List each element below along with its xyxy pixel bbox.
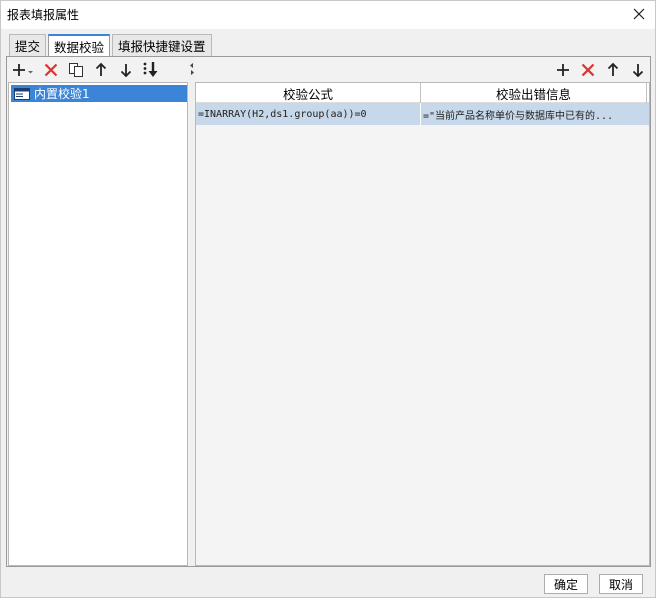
delete-x-icon [44,63,57,77]
table-row[interactable]: =INARRAY(H2,ds1.group(aa))=0 ="当前产品名称单价与… [196,103,649,125]
validation-list-pane: 内置校验1 [8,58,188,566]
validation-list: 内置校验1 [8,82,188,566]
arrow-down-icon [120,64,131,78]
tab-submit[interactable]: 提交 [9,34,47,56]
row-up-button[interactable] [600,59,625,81]
delete-row-button[interactable] [575,59,600,81]
tab-content-panel: 内置校验1 校验公式 校验出错信息 =INARRAY(H2,ds1.group(… [6,56,651,567]
row-down-button[interactable] [625,59,650,81]
validation-detail-pane: 校验公式 校验出错信息 =INARRAY(H2,ds1.group(aa))=0… [195,58,650,566]
column-header-error-message[interactable]: 校验出错信息 [421,83,647,103]
arrow-up-icon [95,62,106,76]
tab-strip: 提交 数据校验 填报快捷键设置 [9,34,214,57]
ok-button[interactable]: 确定 [544,574,588,594]
left-toolbar [8,58,188,82]
column-header-formula[interactable]: 校验公式 [196,83,421,103]
move-bottom-button[interactable] [138,59,163,81]
move-to-bottom-icon [143,62,157,77]
validation-grid: 校验公式 校验出错信息 =INARRAY(H2,ds1.group(aa))=0… [195,82,650,566]
window-title: 报表填报属性 [7,8,80,22]
close-button[interactable] [627,3,651,25]
plus-dropdown-icon [13,64,33,76]
move-up-button[interactable] [88,59,113,81]
list-item-builtin-validation[interactable]: 内置校验1 [11,85,187,102]
formula-cell[interactable]: =INARRAY(H2,ds1.group(aa))=0 [196,103,421,125]
arrow-down-icon [632,64,643,78]
close-icon [633,8,645,20]
add-dropdown-button[interactable] [8,59,38,81]
list-item-label: 内置校验1 [34,87,90,101]
dialog-window: 报表填报属性 提交 数据校验 填报快捷键设置 内置校验1 校验公式 校验出错信息… [0,0,656,598]
arrow-up-icon [607,62,618,76]
delete-x-icon [581,63,594,77]
tab-data-validation[interactable]: 数据校验 [48,34,111,57]
tab-shortcut-settings[interactable]: 填报快捷键设置 [112,34,212,56]
plus-icon [556,64,569,76]
grid-header: 校验公式 校验出错信息 [196,83,649,103]
copy-icon [68,63,83,77]
add-row-button[interactable] [550,59,575,81]
error-message-cell[interactable]: ="当前产品名称单价与数据库中已有的... [421,103,647,125]
delete-button[interactable] [38,59,63,81]
title-bar: 报表填报属性 [1,1,655,29]
copy-button[interactable] [63,59,88,81]
table-icon [14,87,30,100]
move-down-button[interactable] [113,59,138,81]
cancel-button[interactable]: 取消 [599,574,643,594]
right-toolbar [195,58,650,82]
